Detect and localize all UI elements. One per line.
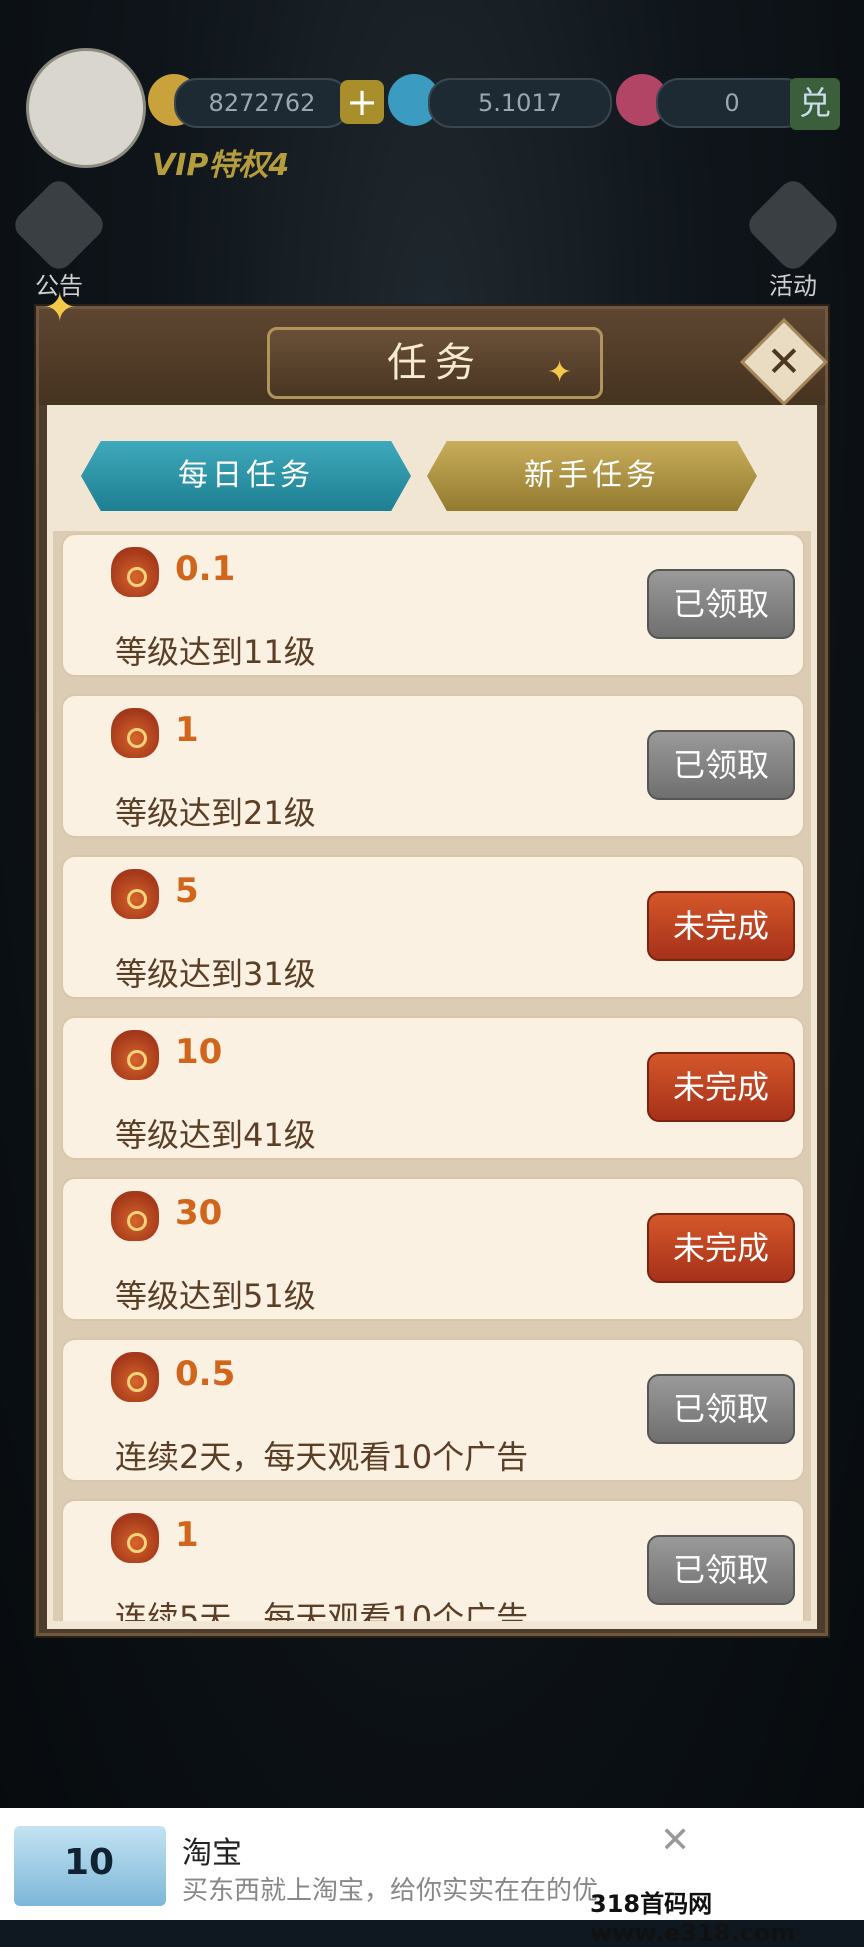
task-description: 等级达到41级 — [115, 1116, 316, 1154]
task-reward: 0.1 — [175, 549, 236, 589]
money-bag-icon — [111, 1191, 159, 1241]
coin-counter: 8272762 — [174, 78, 350, 128]
notification-text: 买东西就上淘宝，给你实实在在的优 — [182, 1876, 599, 1906]
flower-counter: 0 — [656, 78, 808, 128]
exchange-button[interactable]: 兑 — [790, 78, 840, 130]
money-bag-icon — [111, 1352, 159, 1402]
task-action-button[interactable]: 未完成 — [647, 891, 795, 961]
money-bag-icon — [111, 708, 159, 758]
chest-icon — [743, 175, 843, 275]
money-bag-icon — [111, 1513, 159, 1563]
money-bag-icon — [111, 869, 159, 919]
dialog-body: 每日任务 新手任务 0.1 等级达到11级 已领取 1 等级达到21级 已领取 … — [47, 405, 817, 1629]
task-reward: 5 — [175, 871, 199, 911]
butterfly-icon: ✦ — [547, 355, 573, 390]
vip-badge[interactable]: VIP特权4 — [152, 140, 289, 184]
close-icon: ✕ — [766, 337, 802, 386]
task-row: 5 等级达到31级 未完成 — [61, 855, 805, 999]
task-row: 30 等级达到51级 未完成 — [61, 1177, 805, 1321]
player-avatar[interactable] — [26, 48, 146, 168]
notification-app-name: 淘宝 — [182, 1836, 242, 1871]
task-description: 等级达到31级 — [115, 955, 316, 993]
add-coin-icon[interactable]: + — [340, 80, 384, 124]
task-action-button[interactable]: 已领取 — [647, 569, 795, 639]
task-description: 连续2天，每天观看10个广告 — [115, 1438, 529, 1476]
task-reward: 0.5 — [175, 1354, 236, 1394]
task-list[interactable]: 0.1 等级达到11级 已领取 1 等级达到21级 已领取 5 等级达到31级 … — [53, 531, 811, 1621]
activity-button[interactable]: 活动 — [743, 175, 843, 301]
task-dialog: 任务 ✕ ✦ ✦ 每日任务 新手任务 0.1 等级达到11级 已领取 1 等级达… — [36, 285, 828, 1636]
task-action-button[interactable]: 已领取 — [647, 1374, 795, 1444]
butterfly-icon: ✦ — [43, 285, 77, 331]
tab-newbie-tasks[interactable]: 新手任务 — [427, 441, 757, 511]
money-bag-icon — [111, 547, 159, 597]
ad-thumbnail: 10 — [14, 1826, 166, 1906]
task-row: 0.1 等级达到11级 已领取 — [61, 533, 805, 677]
task-description: 连续5天，每天观看10个广告 — [115, 1599, 529, 1621]
dialog-header: 任务 ✕ — [39, 309, 828, 406]
gem-counter: 5.1017 — [428, 78, 612, 128]
task-action-button[interactable]: 已领取 — [647, 730, 795, 800]
task-action-button[interactable]: 未完成 — [647, 1213, 795, 1283]
thumb-number: 10 — [64, 1842, 115, 1883]
megaphone-icon — [9, 175, 109, 275]
task-reward: 1 — [175, 1515, 199, 1555]
activity-label: 活动 — [769, 272, 817, 300]
task-row: 1 等级达到21级 已领取 — [61, 694, 805, 838]
task-description: 等级达到21级 — [115, 794, 316, 832]
task-reward: 10 — [175, 1032, 223, 1072]
watermark: 318首码网 www.e318.com — [590, 1890, 796, 1947]
task-action-button[interactable]: 未完成 — [647, 1052, 795, 1122]
task-reward: 1 — [175, 710, 199, 750]
task-action-button[interactable]: 已领取 — [647, 1535, 795, 1605]
money-bag-icon — [111, 1030, 159, 1080]
task-reward: 30 — [175, 1193, 223, 1233]
task-row: 0.5 连续2天，每天观看10个广告 已领取 — [61, 1338, 805, 1482]
task-row: 10 等级达到41级 未完成 — [61, 1016, 805, 1160]
task-row: 1 连续5天，每天观看10个广告 已领取 — [61, 1499, 805, 1621]
tab-daily-tasks[interactable]: 每日任务 — [81, 441, 411, 511]
task-description: 等级达到11级 — [115, 633, 316, 671]
close-icon[interactable]: ✕ — [660, 1820, 690, 1861]
close-button[interactable]: ✕ — [740, 318, 828, 406]
task-description: 等级达到51级 — [115, 1277, 316, 1315]
